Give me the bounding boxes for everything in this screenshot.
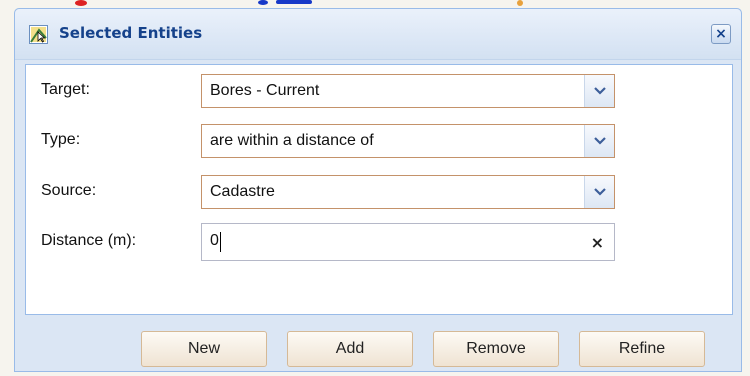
selected-entities-dialog: Selected Entities × Target: Bores - Curr…: [14, 8, 742, 372]
clear-icon[interactable]: ×: [591, 233, 604, 252]
chevron-down-icon: [593, 188, 606, 196]
add-button[interactable]: Add: [287, 331, 413, 367]
map-select-icon: [29, 25, 48, 44]
remove-button[interactable]: Remove: [433, 331, 559, 367]
dialog-title: Selected Entities: [59, 24, 203, 42]
type-value: are within a distance of: [210, 132, 374, 149]
close-icon: ×: [715, 26, 727, 42]
map-feature-red: [75, 0, 87, 6]
source-combobox[interactable]: Cadastre: [201, 175, 615, 209]
target-label: Target:: [41, 81, 90, 98]
map-feature-blue-line: [276, 0, 312, 4]
map-feature-orange: [517, 0, 523, 6]
source-value: Cadastre: [210, 183, 275, 200]
target-combobox[interactable]: Bores - Current: [201, 74, 615, 108]
source-label: Source:: [41, 182, 97, 199]
type-label: Type:: [41, 131, 81, 148]
distance-input[interactable]: 0 ×: [201, 223, 615, 261]
chevron-down-icon: [593, 137, 606, 145]
distance-label: Distance (m):: [41, 232, 137, 249]
distance-value: 0: [210, 232, 219, 249]
type-dropdown-button[interactable]: [584, 125, 614, 157]
chevron-down-icon: [593, 87, 606, 95]
form-panel: Target: Bores - Current Type: are within…: [25, 64, 733, 315]
map-feature-blue: [258, 0, 268, 5]
dialog-titlebar[interactable]: Selected Entities ×: [15, 9, 741, 60]
new-button[interactable]: New: [141, 331, 267, 367]
target-dropdown-button[interactable]: [584, 75, 614, 107]
close-button[interactable]: ×: [711, 24, 731, 44]
target-value: Bores - Current: [210, 82, 320, 99]
refine-button[interactable]: Refine: [579, 331, 705, 367]
source-dropdown-button[interactable]: [584, 176, 614, 208]
text-cursor: [220, 232, 221, 252]
type-combobox[interactable]: are within a distance of: [201, 124, 615, 158]
